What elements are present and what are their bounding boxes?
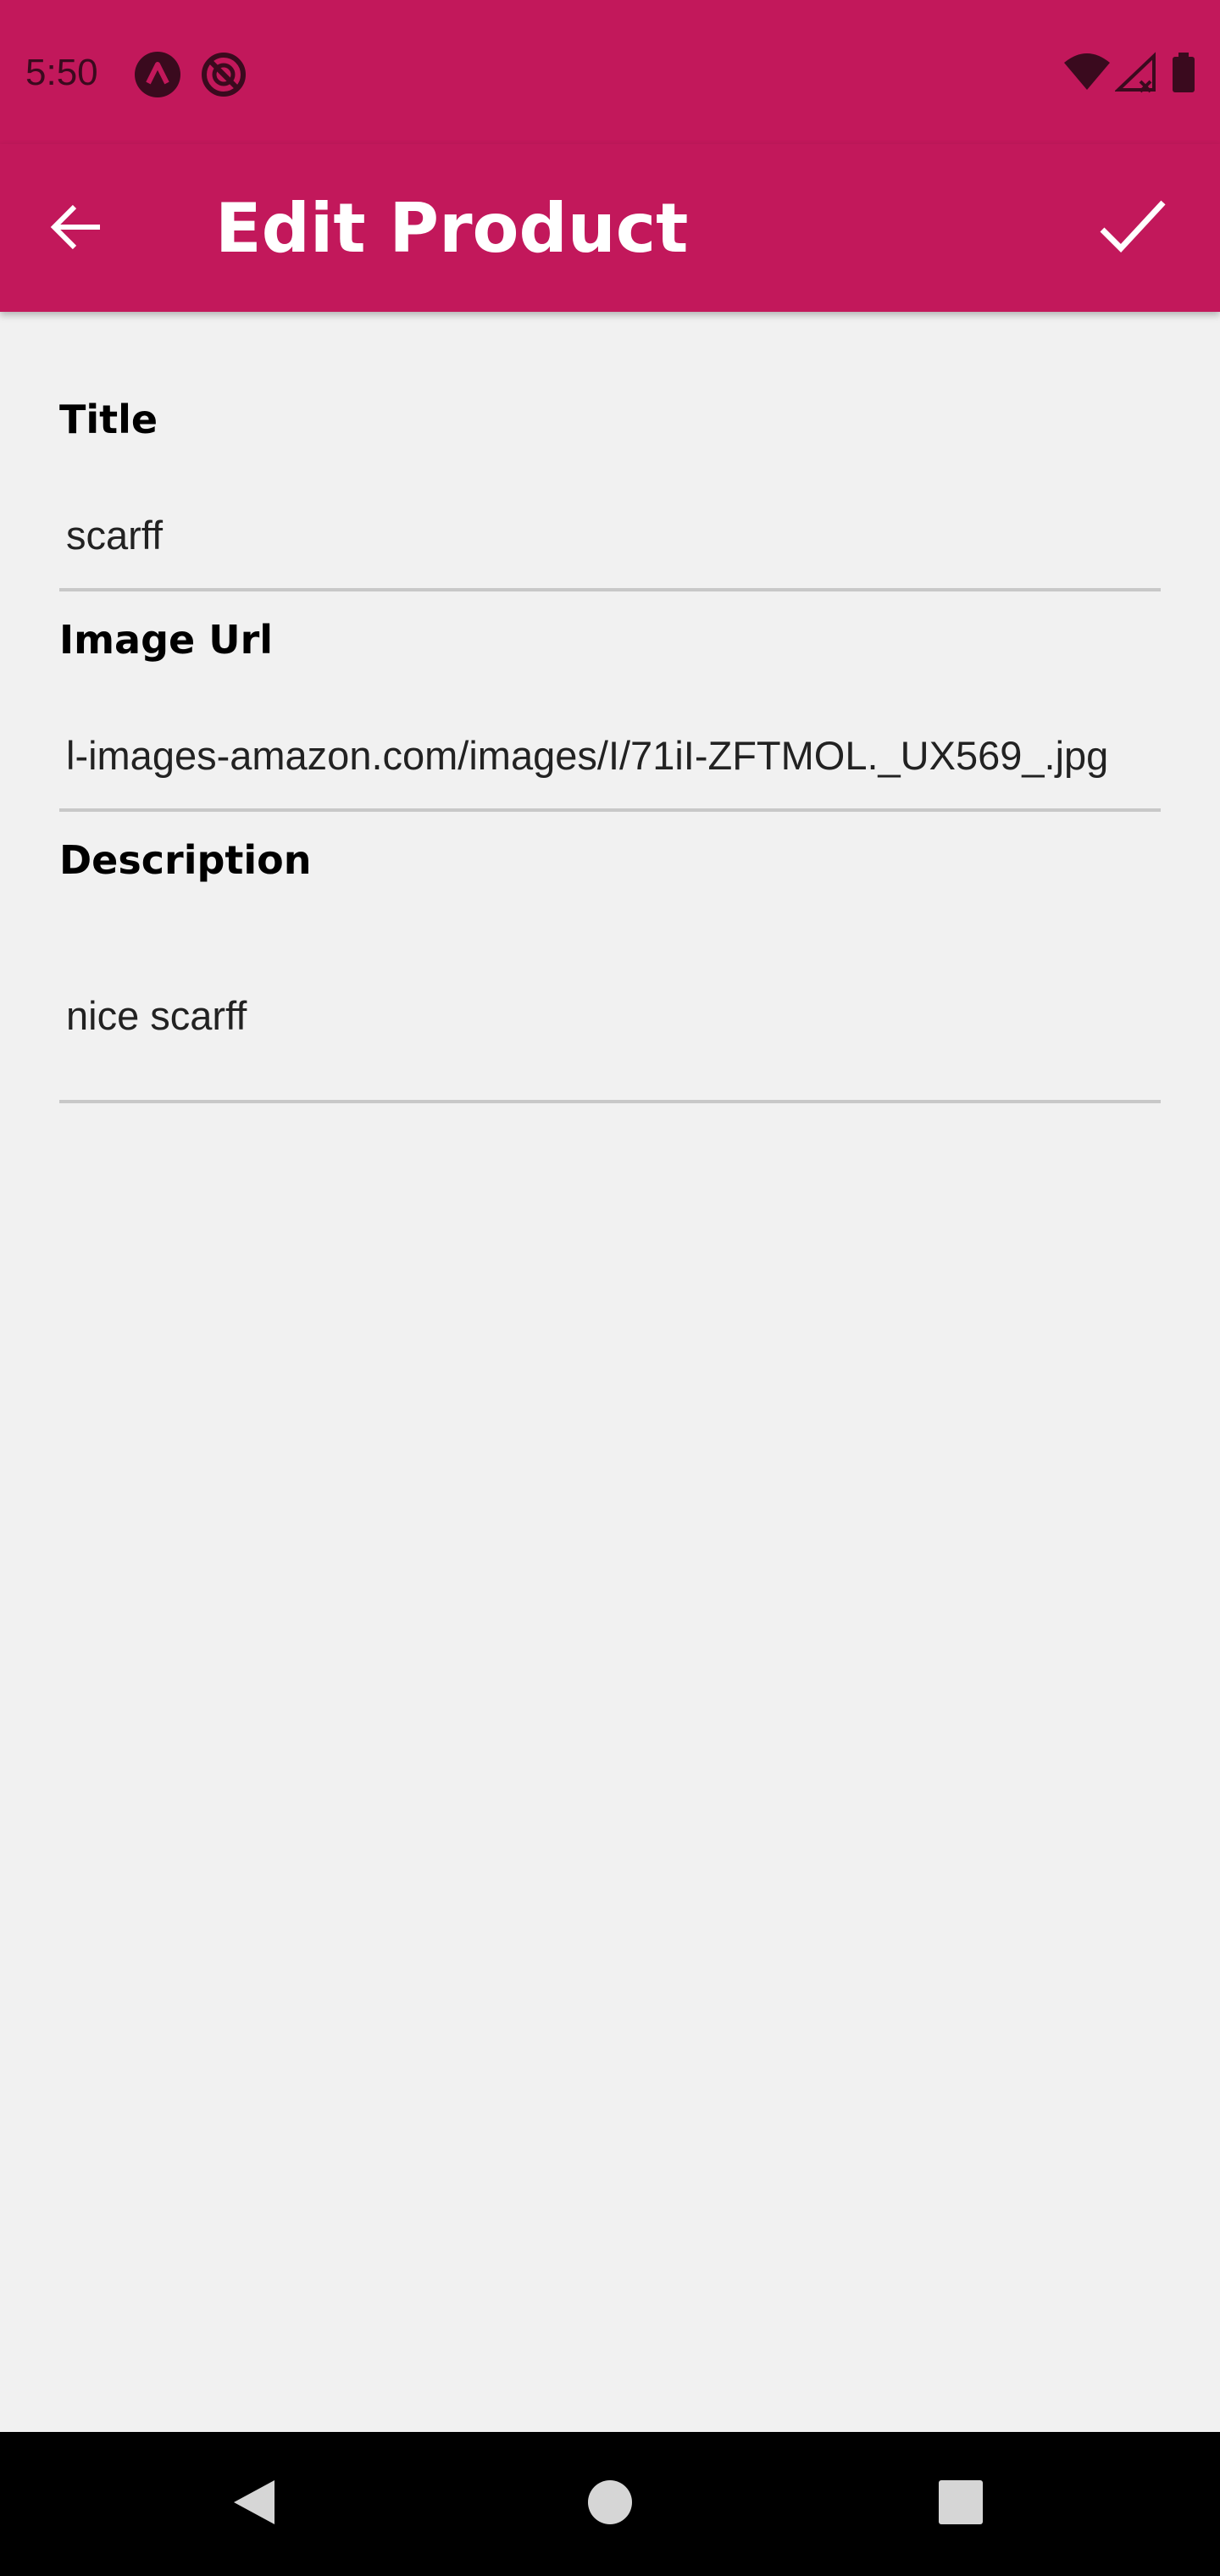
- page-title: Edit Product: [215, 189, 689, 268]
- nav-recents-button[interactable]: [927, 2470, 995, 2538]
- nav-back-icon: [230, 2477, 278, 2532]
- description-input[interactable]: [59, 930, 1161, 1103]
- wifi-icon: [1062, 51, 1112, 98]
- cell-signal-icon: [1114, 51, 1156, 98]
- nav-home-icon: [586, 2479, 634, 2530]
- app-bar: Edit Product: [0, 144, 1220, 312]
- image-url-input[interactable]: [59, 702, 1161, 812]
- save-button[interactable]: [1086, 186, 1179, 271]
- status-bar: 5:50: [0, 0, 1220, 144]
- status-time: 5:50: [25, 52, 98, 93]
- no-disturb-icon: [200, 51, 247, 98]
- description-label: Description: [59, 837, 312, 883]
- arrow-back-icon: [49, 200, 103, 258]
- nav-home-button[interactable]: [576, 2470, 644, 2538]
- nav-recents-icon: [937, 2479, 984, 2530]
- title-input[interactable]: [59, 481, 1161, 591]
- battery-icon: [1171, 51, 1196, 98]
- title-label: Title: [59, 397, 158, 442]
- app-a-icon: [134, 51, 181, 98]
- back-button[interactable]: [34, 186, 119, 271]
- check-icon: [1099, 197, 1167, 261]
- navigation-bar: [0, 2432, 1220, 2576]
- nav-back-button[interactable]: [220, 2470, 288, 2538]
- screen: 5:50 Edit Product Title scarff Image Url…: [0, 0, 1220, 2576]
- image-url-label: Image Url: [59, 617, 274, 663]
